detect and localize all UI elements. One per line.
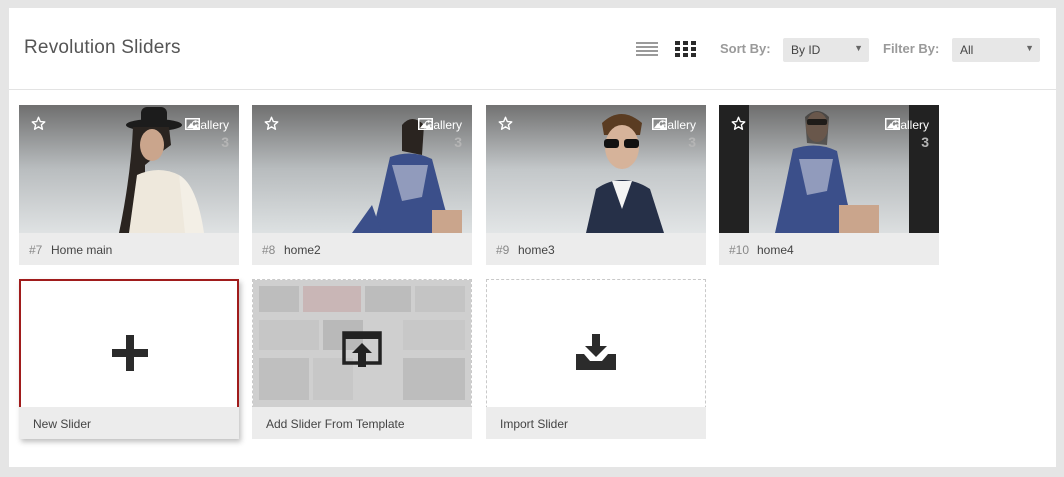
plus-icon — [112, 335, 148, 376]
slide-count: 3 — [221, 134, 229, 150]
filter-by-select[interactable]: All ▼ — [952, 38, 1040, 62]
chevron-down-icon: ▼ — [854, 43, 863, 53]
sliders-panel: Revolution Sliders Sort By: By ID ▼ Filt… — [9, 8, 1056, 467]
slider-card[interactable]: Gallery 3 #7 Home main — [19, 105, 239, 265]
sort-by-value: By ID — [791, 43, 821, 57]
template-upload-icon — [342, 331, 382, 374]
add-from-template-bar: Add Slider From Template — [252, 407, 472, 439]
panel-header: Revolution Sliders Sort By: By ID ▼ Filt… — [9, 8, 1056, 90]
slider-name[interactable]: home3 — [518, 243, 555, 257]
add-slider-from-template-button[interactable]: Add Slider From Template — [252, 279, 472, 439]
filter-by-value: All — [960, 43, 974, 57]
slider-card[interactable]: Gallery 3 #8 home2 — [252, 105, 472, 265]
slider-type-label: Gallery — [657, 118, 696, 132]
slider-title-bar[interactable]: #7 Home main — [19, 233, 239, 265]
slide-count: 3 — [688, 134, 696, 150]
slider-card[interactable]: Gallery 3 #9 home3 — [486, 105, 706, 265]
new-slider-bar: New Slider — [19, 407, 239, 439]
download-icon — [576, 334, 616, 375]
slider-id: #7 — [29, 243, 43, 257]
slide-count: 3 — [454, 134, 462, 150]
slider-thumbnail[interactable]: Gallery 3 — [486, 105, 706, 233]
slider-name[interactable]: home4 — [757, 243, 794, 257]
slider-thumbnail[interactable]: Gallery 3 — [19, 105, 239, 233]
import-slider-button[interactable]: Import Slider — [486, 279, 706, 439]
filter-by-label: Filter By: — [883, 41, 940, 56]
slider-type-label: Gallery — [423, 118, 462, 132]
grid-view-icon[interactable] — [675, 41, 697, 59]
page-title: Revolution Sliders — [24, 37, 181, 58]
slider-thumbnail[interactable]: Gallery 3 — [719, 105, 939, 233]
sort-by-label: Sort By: — [720, 41, 771, 56]
slider-id: #10 — [729, 243, 750, 257]
slider-card[interactable]: Gallery 3 #10 home4 — [719, 105, 939, 265]
slider-name[interactable]: Home main — [51, 243, 112, 257]
slide-count: 3 — [921, 134, 929, 150]
add-from-template-label: Add Slider From Template — [266, 417, 405, 431]
import-slider-label: Import Slider — [500, 417, 569, 431]
import-slider-bar: Import Slider — [486, 407, 706, 439]
slider-name[interactable]: home2 — [284, 243, 321, 257]
sort-by-select[interactable]: By ID ▼ — [783, 38, 869, 62]
list-view-icon[interactable] — [636, 41, 658, 59]
slider-title-bar[interactable]: #10 home4 — [719, 233, 939, 265]
slider-type-label: Gallery — [190, 118, 229, 132]
chevron-down-icon: ▼ — [1025, 43, 1034, 53]
slider-id: #8 — [262, 243, 276, 257]
slider-title-bar[interactable]: #9 home3 — [486, 233, 706, 265]
new-slider-button[interactable]: New Slider — [19, 279, 239, 439]
slider-thumbnail[interactable]: Gallery 3 — [252, 105, 472, 233]
slider-title-bar[interactable]: #8 home2 — [252, 233, 472, 265]
slider-id: #9 — [496, 243, 510, 257]
new-slider-label: New Slider — [33, 417, 92, 431]
slider-type-label: Gallery — [890, 118, 929, 132]
